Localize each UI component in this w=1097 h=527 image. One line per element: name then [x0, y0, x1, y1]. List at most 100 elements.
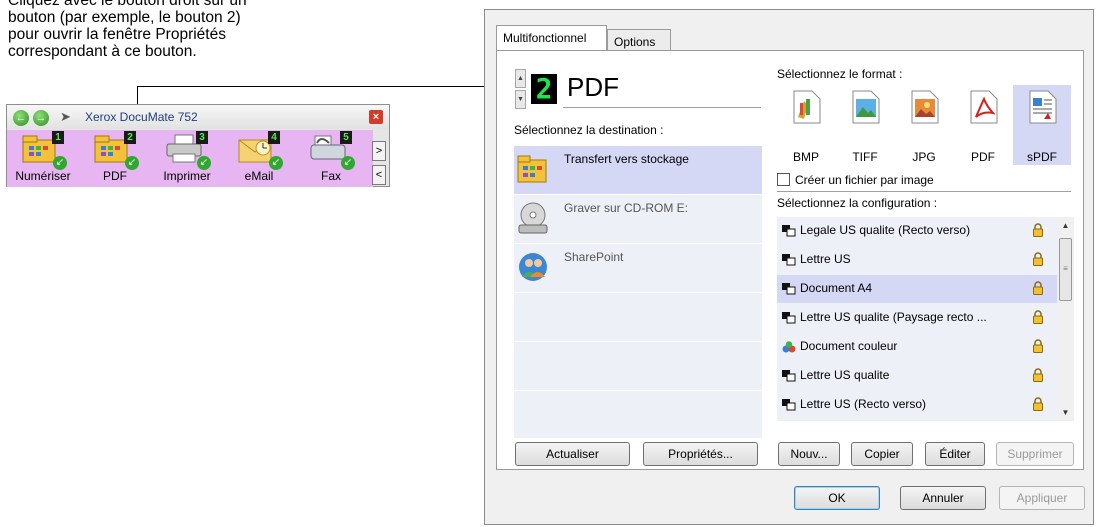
instruction-text: Cliquez avec le bouton droit sur un bout… — [8, 0, 338, 60]
panel-button-label: Numériser — [15, 169, 71, 183]
format-bmp[interactable]: BMP — [777, 85, 835, 165]
scroll-up-icon[interactable]: ▲ — [1057, 217, 1074, 234]
tab-options[interactable]: Options — [607, 29, 671, 51]
panel-button-pdf[interactable]: 2 ↙ PDF — [79, 130, 151, 187]
button-number: 3 — [196, 131, 208, 144]
edit-button[interactable]: Éditer — [925, 442, 985, 466]
email-icon: 4 ↙ — [237, 131, 283, 170]
destination-label-text: Graver sur CD-ROM E: — [564, 201, 689, 215]
panel-button-email[interactable]: 4 ↙ eMail — [223, 130, 295, 187]
format-label: Sélectionnez le format : — [777, 67, 903, 81]
instruction-line: correspondant à ce bouton. — [8, 43, 197, 60]
storage-folder-icon — [517, 152, 549, 186]
scroll-thumb[interactable]: ≡ — [1059, 238, 1072, 301]
configuration-item[interactable]: Lettre US qualite (Paysage recto ... — [777, 304, 1057, 332]
configuration-scrollbar[interactable]: ▲ ≡ ▼ — [1057, 217, 1074, 421]
format-selector: BMP TIFF JPG PDF sPDF — [777, 85, 1071, 165]
tab-multifonctionnel[interactable]: Multifonctionnel — [496, 25, 607, 51]
format-label-text: JPG — [912, 150, 936, 164]
copy-button[interactable]: Copier — [851, 442, 913, 466]
configuration-list[interactable]: Legale US qualite (Recto verso) Lettre U… — [777, 217, 1057, 421]
one-file-per-image-label: Créer un fichier par image — [795, 173, 934, 187]
format-label-text: TIFF — [852, 150, 878, 164]
destination-list[interactable]: Transfert vers stockage Graver sur CD-RO… — [514, 146, 762, 438]
panel-button-imprimer[interactable]: 3 ↙ Imprimer — [151, 130, 223, 187]
title-divider — [563, 107, 761, 108]
configuration-label-text: Document couleur — [800, 339, 898, 353]
configuration-item[interactable]: Legale US qualite (Recto verso) — [777, 217, 1057, 245]
format-jpg[interactable]: JPG — [895, 85, 953, 165]
delete-button[interactable]: Supprimer — [996, 442, 1074, 466]
destination-label-text: SharePoint — [564, 250, 624, 264]
destination-label: Sélectionnez la destination : — [514, 123, 664, 137]
lock-icon — [1033, 339, 1043, 353]
destination-item[interactable]: Graver sur CD-ROM E: — [514, 195, 762, 243]
folder-icon: 1 ↙ — [21, 131, 67, 170]
scroll-right-button[interactable]: > — [372, 141, 386, 161]
button-number: 5 — [340, 131, 352, 144]
format-spdf[interactable]: sPDF — [1013, 85, 1071, 165]
jpg-icon — [906, 89, 942, 125]
cancel-button[interactable]: Annuler — [900, 486, 986, 510]
button-number: 1 — [52, 131, 64, 144]
list-divider — [514, 341, 762, 342]
config-document-icon — [782, 312, 796, 324]
sharepoint-icon — [517, 250, 549, 284]
configuration-label-text: Document A4 — [800, 281, 873, 295]
panel-button-label: Imprimer — [163, 169, 211, 183]
arrow-icon: ↙ — [269, 156, 283, 170]
properties-button[interactable]: Propriétés... — [643, 442, 758, 466]
button-number-display: 2 — [531, 74, 557, 104]
configuration-item[interactable]: Document A4 — [777, 275, 1057, 303]
forward-arrow-icon[interactable]: → — [33, 110, 49, 126]
configuration-item[interactable]: Lettre US — [777, 246, 1057, 274]
refresh-button[interactable]: Actualiser — [515, 442, 630, 466]
configuration-item[interactable]: Lettre US qualite — [777, 362, 1057, 390]
scroll-down-icon[interactable]: ▼ — [1057, 404, 1074, 421]
fax-icon: 5 ↙ — [309, 131, 355, 170]
arrow-icon: ↙ — [125, 156, 139, 170]
back-arrow-icon[interactable]: ← — [13, 110, 29, 126]
tiff-icon — [847, 89, 883, 125]
ok-button[interactable]: OK — [794, 486, 880, 510]
button-panel: ← → ➤ Xerox DocuMate 752 × 1 ↙ Numériser… — [6, 104, 390, 187]
one-file-per-image-checkbox[interactable] — [777, 173, 790, 186]
lock-icon — [1033, 310, 1043, 324]
new-button[interactable]: Nouv... — [778, 442, 840, 466]
format-label-text: PDF — [971, 150, 995, 164]
pdf-icon — [965, 89, 1001, 125]
lock-icon — [1033, 223, 1043, 237]
button-spinner[interactable]: ▲ ▼ — [515, 69, 526, 109]
printer-icon: 3 ↙ — [165, 131, 211, 170]
format-tiff[interactable]: TIFF — [836, 85, 894, 165]
config-document-icon — [782, 399, 796, 411]
format-pdf[interactable]: PDF — [954, 85, 1012, 165]
configuration-item[interactable]: Lettre US (Recto verso) — [777, 391, 1057, 419]
configuration-item[interactable]: Document couleur — [777, 333, 1057, 361]
lock-icon — [1033, 397, 1043, 411]
destination-item[interactable]: Transfert vers stockage — [514, 146, 762, 194]
panel-button-fax[interactable]: 5 ↙ Fax — [295, 130, 367, 187]
bmp-icon — [788, 89, 824, 125]
instruction-line: Cliquez avec le bouton droit sur un — [8, 0, 247, 9]
pdf-folder-icon: 2 ↙ — [93, 131, 139, 170]
panel-buttons: 1 ↙ Numériser 2 ↙ PDF 3 ↙ Imprimer 4 ↙ e… — [7, 130, 373, 187]
button-number: 4 — [268, 131, 280, 144]
scanner-icon: ➤ — [60, 109, 71, 124]
list-divider — [514, 292, 762, 293]
section-divider — [777, 191, 1071, 192]
panel-button-numeriser[interactable]: 1 ↙ Numériser — [7, 130, 79, 187]
button-name: PDF — [567, 72, 619, 102]
spin-up-icon[interactable]: ▲ — [515, 69, 526, 88]
arrow-icon: ↙ — [53, 156, 67, 170]
panel-button-label: PDF — [103, 169, 127, 183]
destination-item[interactable]: SharePoint — [514, 244, 762, 292]
spin-down-icon[interactable]: ▼ — [515, 90, 526, 109]
close-icon[interactable]: × — [369, 110, 383, 124]
configuration-label-text: Lettre US qualite (Paysage recto ... — [800, 310, 987, 324]
instruction-line: pour ouvrir la fenêtre Propriétés — [8, 26, 226, 43]
config-document-icon — [782, 225, 796, 237]
apply-button[interactable]: Appliquer — [999, 486, 1085, 510]
config-document-icon — [782, 283, 796, 295]
scroll-left-button[interactable]: < — [372, 165, 386, 185]
